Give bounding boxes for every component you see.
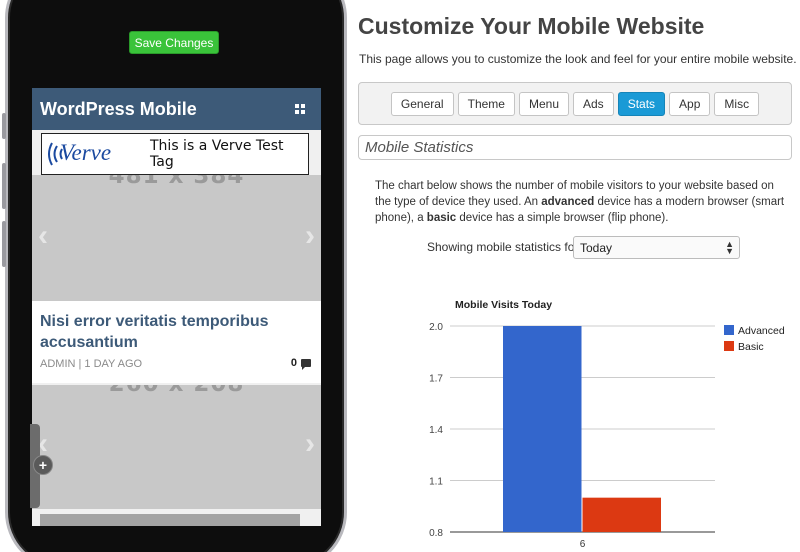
- legend-swatch-basic: [724, 341, 734, 351]
- add-icon[interactable]: +: [33, 455, 53, 475]
- tab-theme[interactable]: Theme: [457, 91, 515, 116]
- tab-app[interactable]: App: [669, 91, 711, 116]
- slider-next-arrow[interactable]: ›: [305, 219, 315, 253]
- verve-logo: Verve: [42, 135, 142, 173]
- tab-menu[interactable]: Menu: [518, 91, 569, 116]
- slider-next-arrow-2[interactable]: ›: [305, 427, 315, 461]
- grid-menu-icon[interactable]: [295, 104, 305, 114]
- y-tick-label: 2.0: [429, 322, 443, 333]
- legend-swatch-advanced: [724, 325, 734, 335]
- ad-banner[interactable]: Verve This is a Verve Test Tag: [41, 133, 309, 175]
- stats-period-label: Showing mobile statistics for:: [427, 240, 582, 254]
- y-tick-label: 1.1: [429, 477, 443, 488]
- section-title: Mobile Statistics: [358, 135, 792, 160]
- chart-svg: Mobile Visits Today 2.0 1.7 1.4 1.1 0.8 6 Ad…: [429, 299, 785, 550]
- volume-up-button: [2, 163, 6, 209]
- slider-placeholder-label-2: 260 x 208: [32, 385, 321, 397]
- ad-text: This is a Verve Test Tag: [150, 138, 284, 170]
- app-title: WordPress Mobile: [40, 98, 197, 119]
- stats-period-value: Today: [580, 240, 613, 255]
- slider-prev-arrow[interactable]: ‹: [38, 219, 48, 253]
- volume-down-button: [2, 221, 6, 267]
- bar-advanced: [503, 326, 582, 532]
- post-card[interactable]: Nisi error veritatis temporibus accusant…: [32, 301, 321, 383]
- tab-misc[interactable]: Misc: [714, 91, 760, 116]
- y-tick-label: 1.7: [429, 374, 443, 385]
- next-post-title-partial: [40, 514, 300, 526]
- mobile-visits-chart: Mobile Visits Today 2.0 1.7 1.4 1.1 0.8 6 Ad…: [360, 290, 800, 552]
- page-title: Customize Your Mobile Website: [358, 13, 705, 39]
- comment-count-value: 0: [290, 357, 297, 369]
- intro-text-3: device has a simple browser (flip phone)…: [456, 212, 669, 224]
- image-slider-2[interactable]: 260 x 208 ‹ ›: [32, 385, 321, 509]
- slider-placeholder-label: 481 x 384: [108, 175, 245, 189]
- chart-title: Mobile Visits Today: [455, 299, 552, 311]
- legend-label-advanced: Advanced: [738, 325, 785, 337]
- y-tick-label: 1.4: [429, 425, 443, 436]
- chart-intro: The chart below shows the number of mobi…: [375, 178, 789, 226]
- intro-bold-advanced: advanced: [541, 196, 595, 208]
- image-slider[interactable]: 481 x 384 ‹ ›: [32, 175, 321, 301]
- mute-switch: [2, 113, 6, 139]
- comment-bubble-icon: [301, 359, 311, 370]
- settings-tabs: General Theme Menu Ads Stats App Misc: [358, 82, 792, 125]
- select-updown-icon: ▲ ▼: [725, 238, 734, 256]
- post-meta: ADMIN | 1 DAY AGO: [40, 358, 143, 370]
- x-tick-label: 6: [580, 539, 586, 550]
- page-description: This page allows you to customize the lo…: [359, 52, 797, 66]
- stats-period-select[interactable]: Today ▲ ▼: [573, 236, 740, 259]
- tab-ads[interactable]: Ads: [573, 91, 614, 116]
- bar-basic: [582, 497, 661, 532]
- phone-screen: WordPress Mobile 481 x 384 ‹ › Verve Thi…: [32, 88, 321, 526]
- intro-bold-basic: basic: [426, 212, 457, 224]
- comment-count[interactable]: 0: [290, 357, 311, 370]
- tab-general[interactable]: General: [390, 91, 454, 116]
- tab-stats[interactable]: Stats: [617, 91, 666, 116]
- legend-label-basic: Basic: [738, 341, 764, 353]
- verve-logo-text: Verve: [60, 140, 112, 165]
- save-changes-button[interactable]: Save Changes: [129, 31, 219, 54]
- y-tick-label: 0.8: [429, 528, 443, 539]
- app-header: WordPress Mobile: [32, 88, 321, 130]
- post-title[interactable]: Nisi error veritatis temporibus accusant…: [40, 311, 313, 353]
